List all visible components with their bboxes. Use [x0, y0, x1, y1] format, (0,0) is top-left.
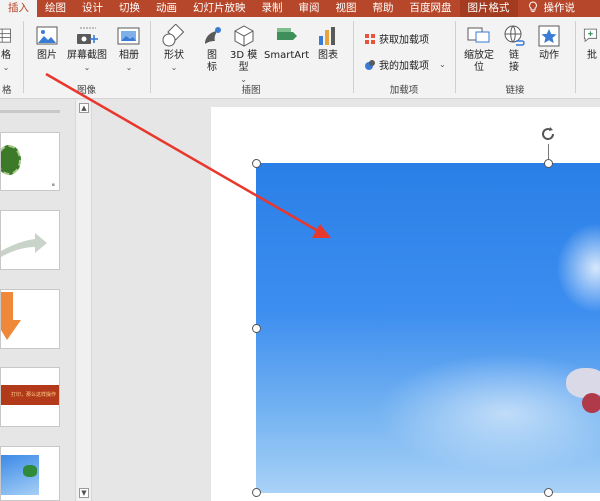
ribbon-insert: 格 ⌄ 格 图片 屏幕截图 ⌄ 相册 ⌄ 图像 形状 ⌄ 图 标 3D 模 型 … [0, 17, 600, 99]
slide-thumbnail[interactable] [0, 210, 60, 270]
group-images: 图片 屏幕截图 ⌄ 相册 ⌄ 图像 [24, 17, 149, 99]
powerpoint-window: 插入 绘图 设计 切换 动画 幻灯片放映 录制 审阅 视图 帮助 百度网盘 图片… [0, 0, 600, 501]
rotate-handle-line [548, 144, 549, 159]
link-button[interactable]: 链 接 [501, 24, 527, 74]
tab-design[interactable]: 设计 [74, 0, 111, 17]
chevron-down-icon: ⌄ [170, 63, 178, 72]
shapes-icon [162, 24, 185, 47]
group-illustrations: 形状 ⌄ 图 标 3D 模 型 ⌄ SmartArt 图表 插图 [151, 17, 351, 99]
resize-handle-bottom-center[interactable] [544, 488, 553, 497]
addin-icon [365, 59, 375, 70]
rotate-handle-icon[interactable] [538, 125, 558, 145]
thumbnail-edge [0, 110, 60, 113]
tab-draw[interactable]: 绘图 [37, 0, 74, 17]
slide-thumbnail[interactable]: ▪ [0, 132, 60, 191]
album-button[interactable]: 相册 ⌄ [116, 24, 142, 74]
photo-album-icon [117, 27, 140, 45]
icons-icon [205, 27, 221, 44]
bar-chart-icon [319, 27, 335, 45]
group-comments: 批 [576, 17, 600, 99]
picture-button[interactable]: 图片 [34, 24, 60, 62]
3d-models-button[interactable]: 3D 模 型 ⌄ [230, 24, 257, 86]
table-button[interactable]: 格 ⌄ [0, 24, 16, 74]
smartart-button[interactable]: SmartArt [264, 24, 309, 62]
zoom-slide-icon [467, 27, 490, 43]
scroll-down-arrow-icon[interactable]: ▼ [79, 488, 89, 498]
chevron-down-icon: ⌄ [2, 63, 10, 72]
cube-icon [234, 25, 254, 47]
zoom-button[interactable]: 缩放定 位 [464, 24, 494, 74]
tab-tell-me[interactable]: 操作说 [542, 0, 584, 17]
green-circle-shape [1, 145, 21, 175]
thumbnail-scrollbar[interactable]: ▲ ▼ [75, 100, 92, 501]
resize-handle-middle-left[interactable] [252, 324, 261, 333]
get-addins-button[interactable]: 获取加载项 [364, 31, 429, 46]
picture-icon [36, 26, 58, 45]
globe-link-icon [504, 25, 525, 46]
curved-arrow-shape [1, 233, 47, 257]
resize-handle-top-center[interactable] [544, 159, 553, 168]
tab-review[interactable]: 审阅 [291, 0, 328, 17]
comment-button[interactable]: 批 [582, 24, 600, 62]
tab-picture-format[interactable]: 图片格式 [459, 0, 518, 17]
screenshot-icon [77, 27, 98, 44]
chevron-down-icon: ⌄ [125, 63, 133, 72]
table-icon [0, 28, 11, 43]
slide-thumbnail-pane: ▪ 打印，那么这样操作 [0, 100, 75, 501]
tab-animations[interactable]: 动画 [148, 0, 185, 17]
resize-handle-bottom-left[interactable] [252, 488, 261, 497]
selected-picture[interactable] [256, 163, 600, 493]
action-button[interactable]: 动作 [536, 24, 562, 62]
ribbon-tab-bar: 插入 绘图 设计 切换 动画 幻灯片放映 录制 审阅 视图 帮助 百度网盘 图片… [0, 0, 600, 17]
group-addins: 获取加载项 我的加载项 ⌄ 加载项 [354, 17, 454, 99]
slide-thumbnail[interactable] [0, 446, 60, 501]
star-action-icon [538, 25, 560, 47]
smartart-icon [276, 28, 297, 40]
screenshot-button[interactable]: 屏幕截图 ⌄ [67, 24, 107, 74]
my-addins-button[interactable]: 我的加载项 ⌄ [364, 57, 446, 72]
chart-button[interactable]: 图表 [315, 24, 341, 62]
thumbnail-banner: 打印，那么这样操作 [1, 385, 59, 405]
shapes-button[interactable]: 形状 ⌄ [161, 24, 187, 74]
slide-thumbnail[interactable]: 打印，那么这样操作 [0, 367, 60, 427]
store-icon [365, 33, 375, 44]
group-table: 格 ⌄ 格 [0, 17, 22, 99]
group-links: 缩放定 位 链 接 动作 链接 [456, 17, 574, 99]
lightbulb-icon [518, 1, 542, 16]
chevron-down-icon: ⌄ [439, 60, 446, 69]
tab-view[interactable]: 视图 [328, 0, 365, 17]
tab-help[interactable]: 帮助 [365, 0, 402, 17]
tab-baidu-netdisk[interactable]: 百度网盘 [402, 0, 460, 17]
resize-handle-top-left[interactable] [252, 159, 261, 168]
icons-button[interactable]: 图 标 [199, 24, 225, 74]
down-arrow-shape [1, 292, 21, 340]
tab-record[interactable]: 录制 [254, 0, 291, 17]
tab-insert[interactable]: 插入 [0, 0, 37, 17]
thumbnail-image [1, 455, 39, 495]
tab-transitions[interactable]: 切换 [111, 0, 148, 17]
slide-thumbnail[interactable] [0, 289, 60, 349]
comment-add-icon [583, 28, 597, 43]
tab-slideshow[interactable]: 幻灯片放映 [185, 0, 254, 17]
scroll-up-arrow-icon[interactable]: ▲ [79, 103, 89, 113]
chevron-down-icon: ⌄ [83, 63, 91, 72]
